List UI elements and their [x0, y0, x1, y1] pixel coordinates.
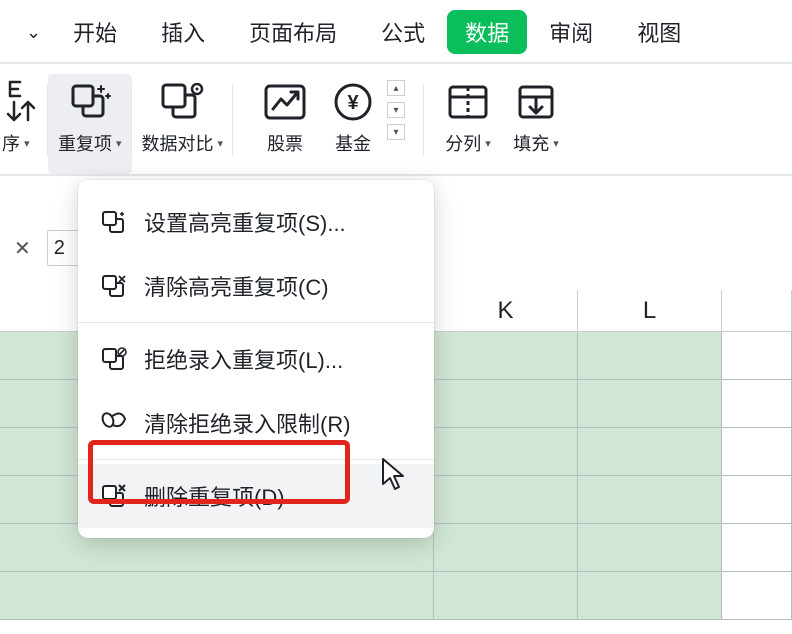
menu-clear-reject-restriction[interactable]: 清除拒绝录入限制(R) — [78, 391, 434, 455]
duplicates-dropdown-menu: 设置高亮重复项(S)... 清除高亮重复项(C) 拒绝录入重复项(L)... 清… — [78, 180, 434, 538]
split-label: 分列 — [445, 130, 481, 156]
caret-icon: ▾ — [485, 137, 491, 150]
funds-button[interactable]: ¥ 基金 — [319, 74, 387, 174]
caret-icon: ▾ — [24, 137, 30, 150]
remove-duplicate-icon — [100, 482, 128, 510]
tab-page-layout[interactable]: 页面布局 — [227, 10, 359, 54]
duplicates-button[interactable]: 重复项 ▾ — [48, 74, 132, 174]
menu-label: 清除高亮重复项(C) — [144, 270, 329, 302]
data-type-gallery-controls: ▴ ▾ ▾ — [387, 80, 405, 140]
reject-duplicate-icon — [100, 345, 128, 373]
fill-icon — [512, 78, 560, 126]
tab-start[interactable]: 开始 — [51, 10, 139, 54]
clear-sparkle-duplicate-icon — [100, 272, 128, 300]
menu-separator — [78, 322, 434, 323]
data-compare-button[interactable]: 数据对比 ▾ — [132, 74, 234, 174]
menu-clear-highlight-duplicates[interactable]: 清除高亮重复项(C) — [78, 254, 434, 318]
caret-icon: ▾ — [116, 137, 122, 150]
sparkle-duplicate-icon — [100, 208, 128, 236]
menu-reject-duplicate-input[interactable]: 拒绝录入重复项(L)... — [78, 327, 434, 391]
ribbon-toolbar: 序 ▾ 重复项 ▾ — [0, 64, 792, 176]
column-header-k[interactable]: K — [434, 290, 578, 331]
fill-label: 填充 — [513, 130, 549, 156]
gallery-down-button[interactable]: ▾ — [387, 102, 405, 118]
caret-icon: ▾ — [218, 137, 224, 150]
fill-button[interactable]: 填充 ▾ — [502, 74, 570, 174]
cancel-formula-button[interactable]: ✕ — [8, 236, 37, 261]
ribbon-tabs: ⌄ 开始 插入 页面布局 公式 数据 审阅 视图 — [0, 0, 792, 64]
svg-text:¥: ¥ — [348, 92, 360, 114]
data-compare-label: 数据对比 — [142, 130, 214, 156]
menu-label: 删除重复项(D) — [144, 480, 285, 512]
menu-label: 拒绝录入重复项(L)... — [144, 343, 343, 375]
caret-icon: ▾ — [553, 137, 559, 150]
formula-bar: ✕ 2 — [0, 230, 89, 266]
stocks-icon — [261, 78, 309, 126]
gallery-up-button[interactable]: ▴ — [387, 80, 405, 96]
funds-label: 基金 — [335, 130, 371, 156]
sort-label: 序 — [2, 130, 20, 156]
gallery-more-button[interactable]: ▾ — [387, 124, 405, 140]
stocks-label: 股票 — [267, 130, 303, 156]
duplicates-icon — [66, 78, 114, 126]
menu-label: 清除拒绝录入限制(R) — [144, 407, 351, 439]
funds-icon: ¥ — [329, 78, 377, 126]
column-header-l[interactable]: L — [578, 290, 722, 331]
erase-icon — [100, 409, 128, 437]
sort-icon — [0, 78, 48, 126]
stocks-button[interactable]: 股票 — [233, 74, 319, 174]
menu-set-highlight-duplicates[interactable]: 设置高亮重复项(S)... — [78, 190, 434, 254]
tab-insert[interactable]: 插入 — [139, 10, 227, 54]
tab-review[interactable]: 审阅 — [527, 10, 615, 54]
menu-separator — [78, 459, 434, 460]
formula-text: 2 — [54, 237, 65, 260]
split-column-button[interactable]: 分列 ▾ — [434, 74, 502, 174]
split-column-icon — [444, 78, 492, 126]
duplicates-label: 重复项 — [58, 130, 112, 156]
data-compare-icon — [158, 78, 206, 126]
menu-label: 设置高亮重复项(S)... — [144, 206, 346, 238]
tab-view[interactable]: 视图 — [615, 10, 703, 54]
sort-button[interactable]: 序 ▾ — [0, 74, 48, 174]
tab-formulas[interactable]: 公式 — [359, 10, 447, 54]
tab-data[interactable]: 数据 — [447, 10, 527, 54]
menu-remove-duplicates[interactable]: 删除重复项(D) — [78, 464, 434, 528]
tab-overflow-dropdown[interactable]: ⌄ — [16, 18, 51, 47]
